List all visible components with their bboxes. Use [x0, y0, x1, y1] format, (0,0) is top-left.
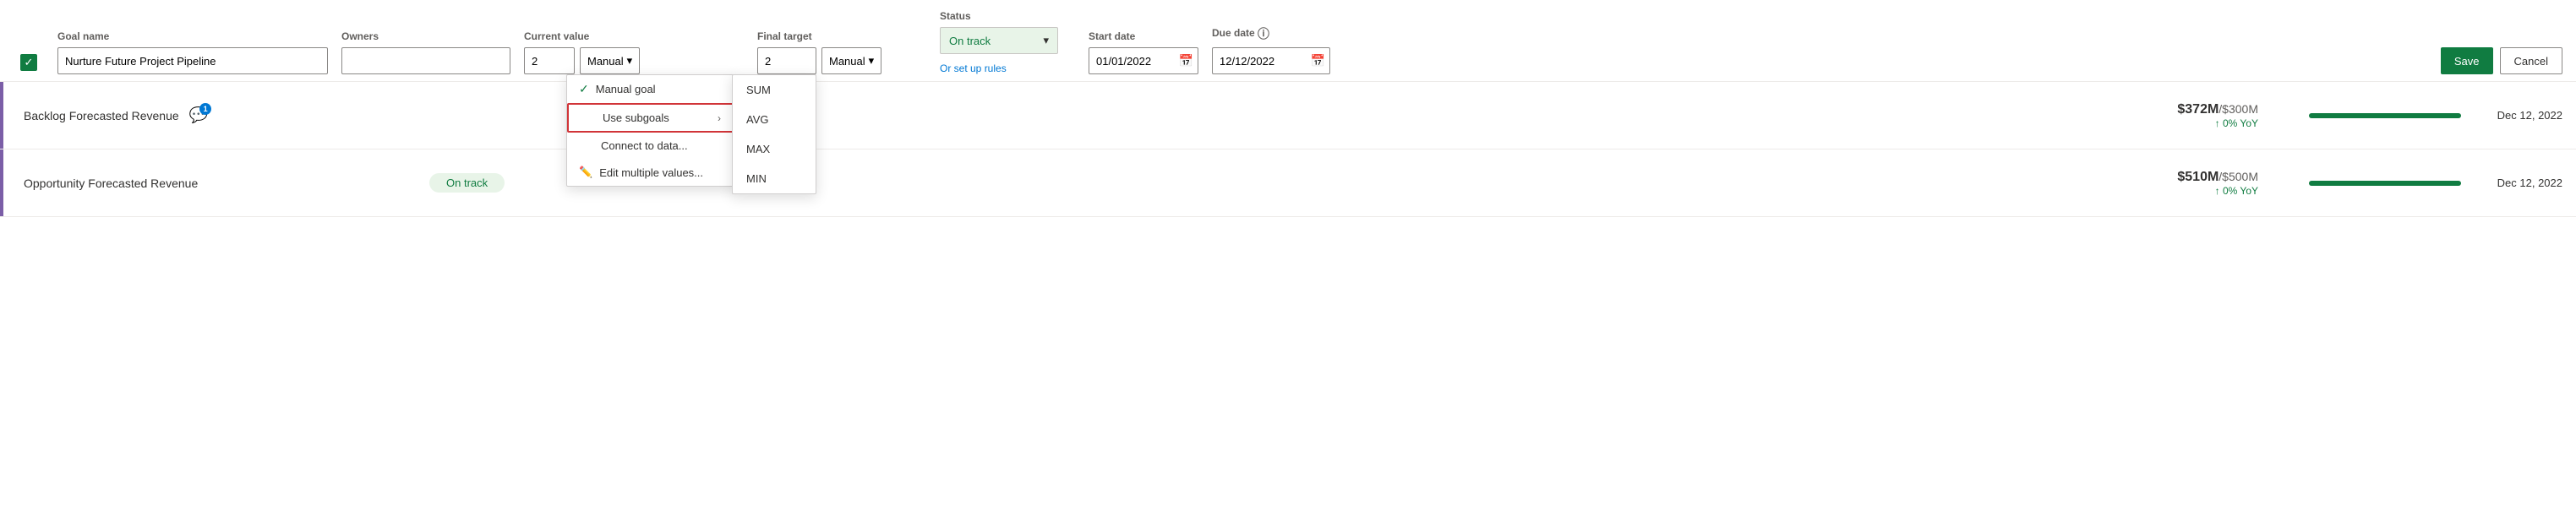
status-dropdown[interactable]: On track ▾ — [940, 27, 1058, 54]
pencil-icon: ✏️ — [579, 166, 592, 179]
owners-input[interactable] — [341, 47, 510, 74]
on-track-badge: On track — [429, 173, 505, 193]
current-value-column: Current value Manual ▾ — [524, 30, 744, 74]
final-target-label: Final target — [757, 30, 926, 42]
status-chevron-icon: ▾ — [1043, 34, 1049, 47]
current-value-label: Current value — [524, 30, 744, 42]
submenu-min[interactable]: MIN — [733, 164, 816, 193]
status-label: Status — [940, 10, 1075, 22]
dropdown-item-connect-data[interactable]: Connect to data... — [567, 133, 734, 159]
chevron-down-icon-2: ▾ — [869, 54, 875, 68]
goal-name-column: Goal name — [57, 30, 328, 74]
connect-data-label: Connect to data... — [601, 139, 688, 152]
manual-goal-check-icon: ✓ — [579, 82, 589, 96]
dropdown-item-use-subgoals[interactable]: Use subgoals › — [567, 103, 734, 133]
goal-name-label: Goal name — [57, 30, 328, 42]
owners-column: Owners — [341, 30, 510, 74]
row-left-border — [0, 82, 3, 149]
due-date-input[interactable] — [1212, 47, 1330, 74]
row-checkbox[interactable]: ✓ — [14, 54, 44, 74]
row-2-name-col: Opportunity Forecasted Revenue — [24, 177, 429, 190]
set-up-rules-link[interactable]: Or set up rules — [940, 62, 1075, 74]
row-2-content: Opportunity Forecasted Revenue On track … — [14, 170, 2562, 197]
dropdown-item-manual-goal[interactable]: ✓ Manual goal — [567, 75, 734, 103]
row-2-value-sub: ↑ 0% YoY — [2215, 185, 2258, 197]
start-date-column: Start date 📅 — [1089, 30, 1198, 74]
final-target-method-dropdown[interactable]: Manual ▾ — [821, 47, 881, 74]
cancel-button[interactable]: Cancel — [2500, 47, 2562, 74]
table-row: Opportunity Forecasted Revenue On track … — [0, 149, 2576, 217]
due-date-label: Due date ⓘ — [1212, 25, 1330, 42]
row-2-left-border — [0, 149, 3, 216]
due-date-info-icon[interactable]: ⓘ — [1258, 27, 1269, 41]
edit-multiple-label: Edit multiple values... — [599, 166, 703, 179]
final-target-input[interactable] — [757, 47, 816, 74]
row-1-value-col: $372M/$300M ↑ 0% YoY — [700, 102, 2258, 129]
dropdown-menu: ✓ Manual goal Use subgoals › Connect to … — [566, 74, 735, 187]
final-target-column: Final target Manual ▾ — [757, 30, 926, 74]
use-subgoals-arrow-icon: › — [718, 112, 721, 124]
save-button[interactable]: Save — [2441, 47, 2493, 74]
data-rows: Backlog Forecasted Revenue 💬 1 $372M/$30… — [0, 82, 2576, 217]
submenu-avg[interactable]: AVG — [733, 105, 816, 134]
final-target-method-label: Manual — [829, 55, 865, 68]
row-1-progress-bar — [2309, 113, 2461, 118]
manual-goal-label: Manual goal — [596, 83, 656, 95]
table-row: Backlog Forecasted Revenue 💬 1 $372M/$30… — [0, 82, 2576, 149]
row-1-content: Backlog Forecasted Revenue 💬 1 $372M/$30… — [14, 102, 2562, 129]
row-1-value-sub: ↑ 0% YoY — [2215, 117, 2258, 129]
goal-name-input[interactable] — [57, 47, 328, 74]
row-1-name-col: Backlog Forecasted Revenue 💬 1 — [24, 106, 429, 124]
submenu-max[interactable]: MAX — [733, 134, 816, 164]
checkbox-checked-icon: ✓ — [20, 54, 37, 71]
chevron-down-icon: ▾ — [627, 54, 633, 68]
owners-label: Owners — [341, 30, 510, 42]
current-value-input[interactable] — [524, 47, 575, 74]
row-2-value-col: $510M/$500M ↑ 0% YoY — [700, 170, 2258, 197]
row-1-value-main: $372M/$300M — [2177, 102, 2258, 117]
use-subgoals-label: Use subgoals — [603, 111, 669, 124]
status-column: Status On track ▾ Or set up rules — [940, 10, 1075, 74]
row-2-due-date: Dec 12, 2022 — [2478, 177, 2562, 189]
main-container: ✓ Goal name Owners Current value Manual … — [0, 0, 2576, 527]
row-2-value-main: $510M/$500M — [2177, 170, 2258, 185]
row-1-progress-fill — [2309, 113, 2461, 118]
current-value-method-label: Manual — [587, 55, 624, 68]
current-value-method-dropdown[interactable]: Manual ▾ — [580, 47, 640, 74]
form-actions: Save Cancel — [1344, 47, 2562, 74]
row-1-due-date: Dec 12, 2022 — [2478, 109, 2562, 122]
subgoals-submenu: SUM AVG MAX MIN — [732, 74, 816, 194]
row-2-progress-fill — [2309, 181, 2461, 186]
due-date-column: Due date ⓘ 📅 — [1212, 25, 1330, 74]
row-2-name: Opportunity Forecasted Revenue — [24, 177, 198, 190]
row-1-comment-count: 1 — [199, 103, 211, 115]
start-date-label: Start date — [1089, 30, 1198, 42]
submenu-sum[interactable]: SUM — [733, 75, 816, 105]
row-1-comment-badge[interactable]: 💬 1 — [189, 106, 208, 124]
row-1-name: Backlog Forecasted Revenue — [24, 109, 179, 122]
start-date-wrap: 📅 — [1089, 47, 1198, 74]
row-2-progress-bar — [2309, 181, 2461, 186]
dropdown-item-edit-multiple[interactable]: ✏️ Edit multiple values... — [567, 159, 734, 186]
due-date-wrap: 📅 — [1212, 47, 1330, 74]
start-date-input[interactable] — [1089, 47, 1198, 74]
status-value-label: On track — [949, 35, 991, 47]
header-row: ✓ Goal name Owners Current value Manual … — [0, 0, 2576, 82]
